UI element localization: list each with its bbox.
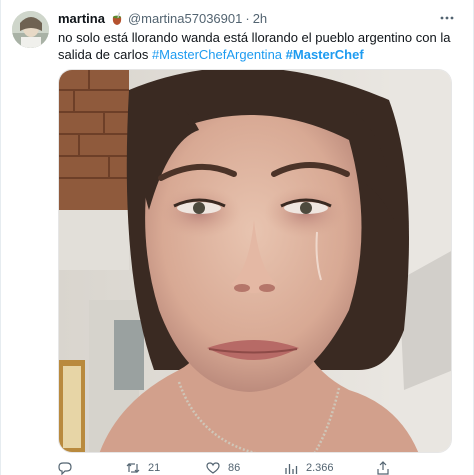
tweet-media-photo[interactable]: [58, 69, 452, 453]
reply-icon: [58, 462, 72, 475]
share-icon: [377, 461, 389, 475]
retweet-button[interactable]: 21: [126, 461, 160, 475]
like-count: 86: [228, 462, 241, 474]
tweet-header: martina @martina57036901 · 2h: [58, 10, 267, 28]
reply-button[interactable]: [58, 461, 80, 475]
display-name[interactable]: martina: [58, 10, 105, 28]
heart-icon: [206, 462, 220, 474]
like-button[interactable]: 86: [206, 461, 240, 475]
user-handle[interactable]: @martina57036901: [128, 10, 242, 28]
retweet-count: 21: [148, 462, 161, 474]
separator-dot: ·: [245, 11, 250, 26]
hashtag-masterchefargentina[interactable]: #MasterChefArgentina: [152, 47, 282, 62]
hashtag-masterchef[interactable]: #MasterChef: [286, 47, 364, 62]
share-button[interactable]: [376, 461, 398, 475]
mate-icon: [110, 12, 124, 26]
views-count: 2.366: [306, 462, 334, 474]
avatar-image: [12, 11, 49, 48]
more-options-icon[interactable]: [439, 10, 455, 30]
views-icon: [285, 464, 298, 474]
tweet-actions: 21 86 2.366: [58, 461, 458, 475]
tweet-card[interactable]: martina @martina57036901 · 2h no solo es…: [0, 0, 474, 475]
woman-crying-photo: [59, 70, 451, 452]
avatar[interactable]: [12, 11, 49, 48]
tweet-text: no solo está llorando wanda está llorand…: [58, 29, 463, 63]
retweet-icon: [126, 463, 140, 473]
timestamp[interactable]: 2h: [253, 10, 267, 28]
views-button[interactable]: 2.366: [284, 461, 334, 475]
